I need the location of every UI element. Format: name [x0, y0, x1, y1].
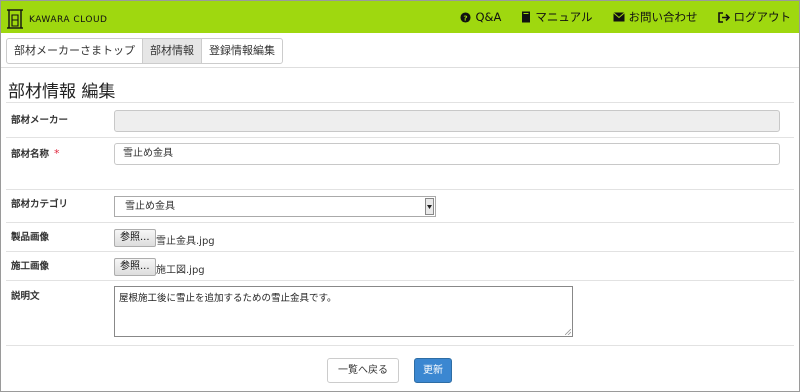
nav-contact-label: お問い合わせ	[628, 10, 698, 24]
nav-qa-label: Q&A	[475, 10, 502, 24]
brand[interactable]: KAWARA CLOUD	[5, 4, 107, 30]
dropdown-arrow-icon[interactable]	[425, 198, 434, 215]
kawara-logo-icon	[7, 9, 23, 29]
description-textarea[interactable]: 屋根施工後に雪止を追加するための雪止金具です。	[114, 286, 573, 337]
name-label-row: 部材名称 *	[11, 146, 60, 160]
product-image-filename: 雪止金具.jpg	[156, 236, 215, 247]
category-selected-value: 雪止め金具	[125, 201, 175, 212]
category-select[interactable]: 雪止め金具	[114, 196, 436, 217]
update-button[interactable]: 更新	[414, 358, 452, 383]
maker-field	[114, 110, 780, 132]
svg-text:?: ?	[464, 13, 468, 22]
divider	[6, 222, 794, 223]
nav-qa[interactable]: ? Q&A	[460, 10, 501, 24]
divider	[6, 280, 794, 281]
name-field[interactable]: 雪止め金具	[114, 143, 780, 165]
book-icon	[522, 11, 531, 23]
construction-image-filename: 施工図.jpg	[156, 265, 205, 276]
construction-image-label: 施工画像	[11, 261, 50, 272]
description-text: 屋根施工後に雪止を追加するための雪止金具です。	[119, 293, 337, 304]
maker-label: 部材メーカー	[11, 115, 69, 126]
nav-contact[interactable]: お問い合わせ	[612, 9, 698, 25]
envelope-icon	[612, 12, 625, 22]
sign-out-icon	[717, 11, 730, 23]
divider	[1, 67, 799, 68]
description-label: 説明文	[11, 291, 40, 302]
resize-handle-icon[interactable]	[565, 329, 571, 335]
question-circle-icon: ?	[460, 11, 471, 23]
top-navbar: KAWARA CLOUD ? Q&A マニュアル お問い合わせ ログアウト	[1, 1, 799, 33]
breadcrumb-edit-registration[interactable]: 登録情報編集	[201, 38, 283, 64]
breadcrumb: 部材メーカーさまトップ 部材情報 登録情報編集	[6, 38, 283, 64]
divider	[6, 189, 794, 190]
divider	[6, 137, 794, 138]
construction-image-browse-button[interactable]: 参照...	[114, 258, 156, 276]
product-image-label: 製品画像	[11, 232, 50, 243]
divider	[6, 345, 794, 346]
name-label: 部材名称	[11, 149, 50, 160]
nav-logout[interactable]: ログアウト	[717, 9, 792, 25]
breadcrumb-parts-info[interactable]: 部材情報	[142, 38, 202, 64]
top-nav: ? Q&A マニュアル お問い合わせ ログアウト	[440, 1, 791, 33]
brand-name: KAWARA CLOUD	[29, 15, 108, 25]
back-to-list-button[interactable]: 一覧へ戻る	[327, 358, 399, 383]
required-mark: *	[54, 147, 60, 160]
divider	[6, 102, 794, 103]
product-image-browse-button[interactable]: 参照...	[114, 229, 156, 247]
category-label: 部材カテゴリ	[11, 199, 69, 210]
divider	[6, 251, 794, 252]
page-title: 部材情報 編集	[8, 82, 116, 102]
nav-manual[interactable]: マニュアル	[521, 9, 593, 25]
breadcrumb-maker-top[interactable]: 部材メーカーさまトップ	[6, 38, 143, 64]
nav-logout-label: ログアウト	[733, 10, 792, 24]
nav-manual-label: マニュアル	[535, 10, 593, 24]
